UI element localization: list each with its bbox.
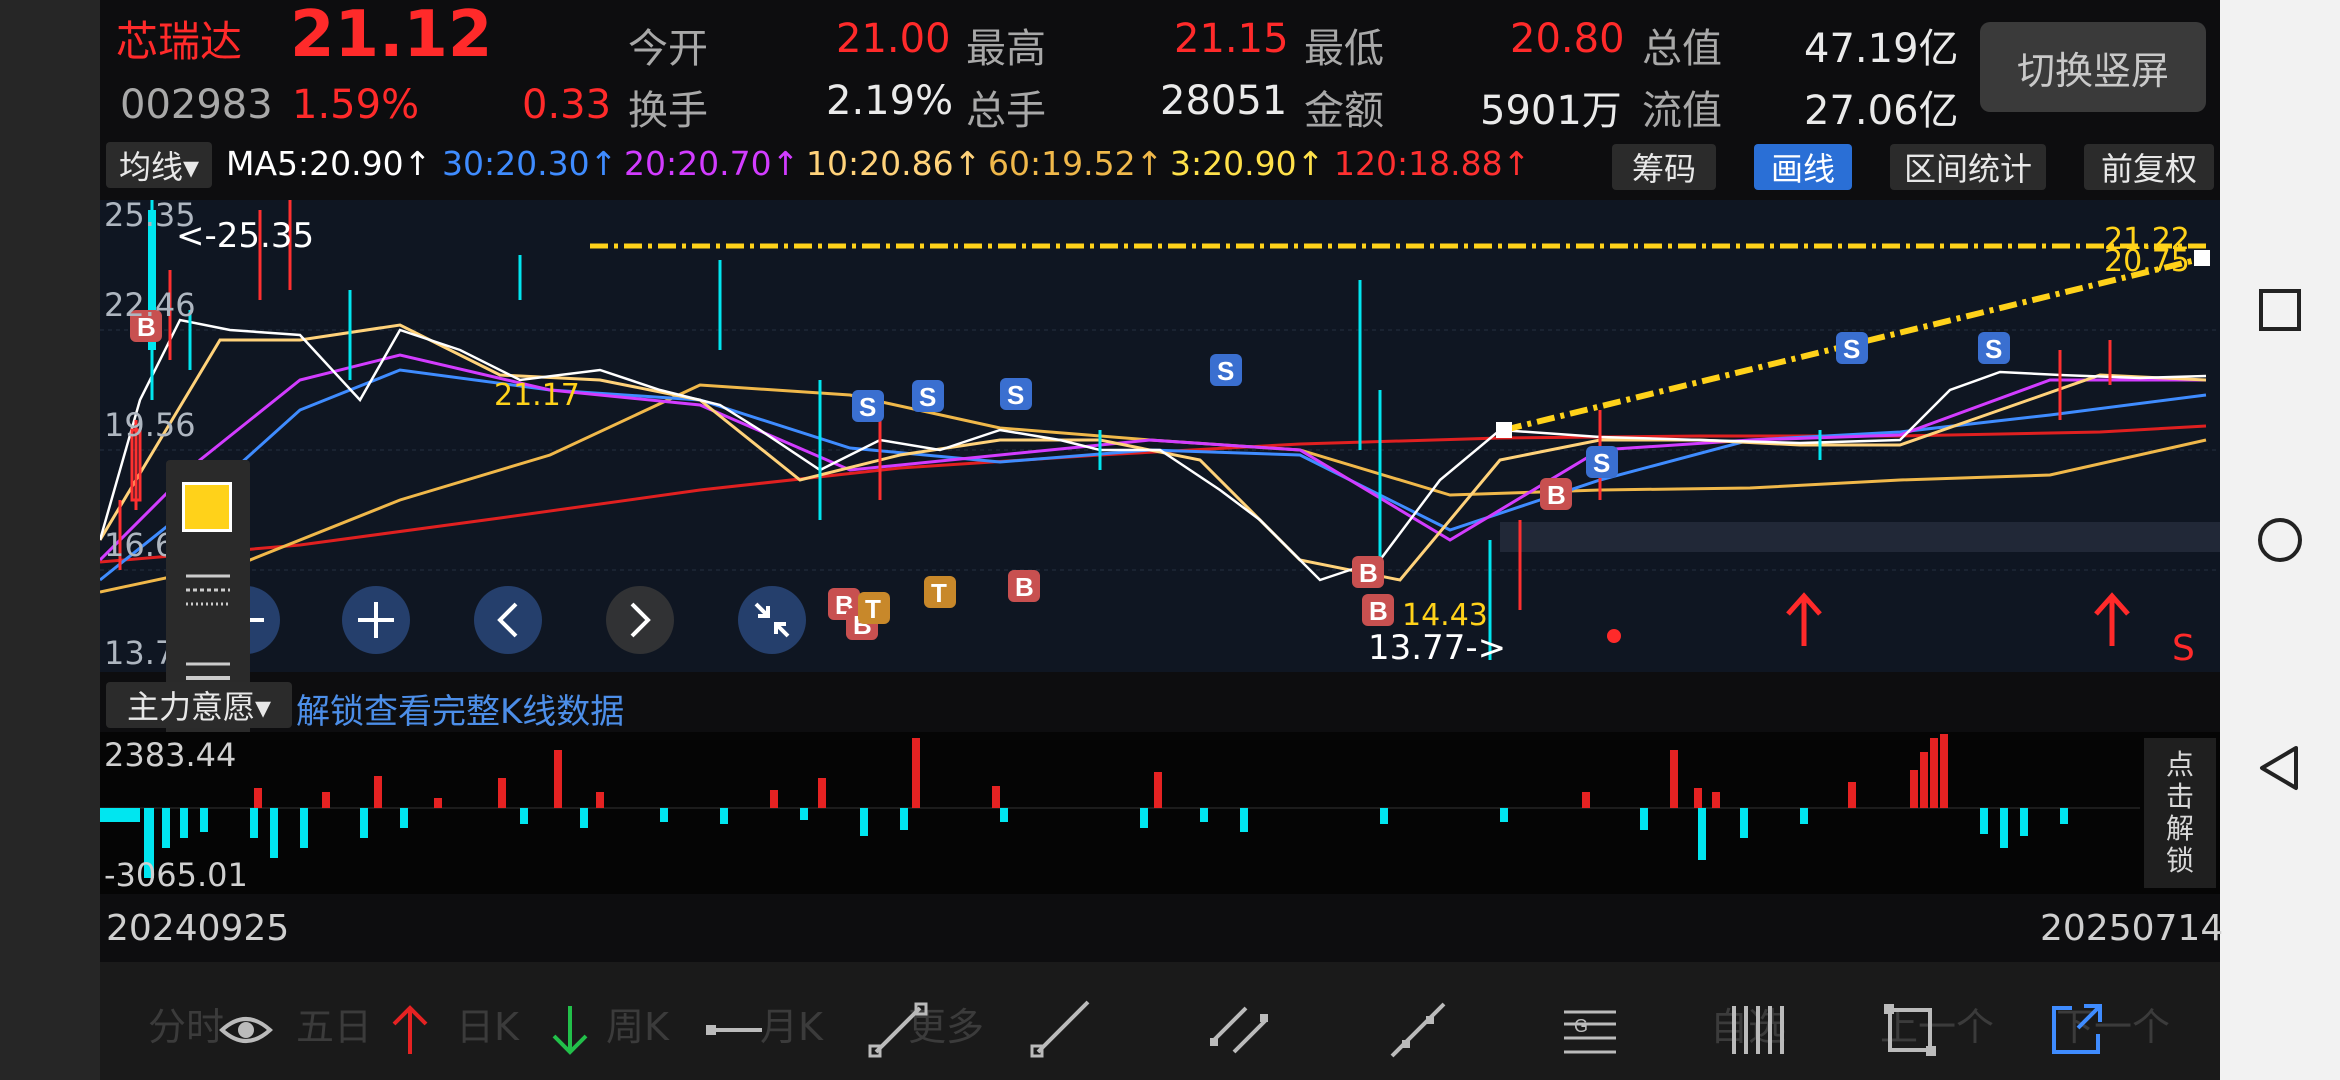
ma10-value: 10:20.86↑ (806, 144, 982, 183)
svg-text:S: S (1593, 448, 1610, 478)
svg-text:T: T (931, 578, 947, 608)
svg-text:B: B (1359, 558, 1378, 588)
stock-name: 芯瑞达 (116, 17, 243, 66)
side-unlock-char-4: 锁 (2165, 844, 2194, 877)
up-arrow-tool-icon[interactable] (380, 1000, 440, 1060)
svg-text:T: T (865, 594, 881, 624)
kline-chart[interactable]: S S S S S S S B B B B B B B T T 25.35 22… (100, 196, 2220, 672)
amount-label: 金额 (1304, 88, 1384, 134)
fibonacci-tool-icon[interactable]: G (1560, 1000, 1620, 1060)
indicator-chart: 2383.44 -3065.01 (100, 732, 2220, 894)
ghost-tab-day: 日K (456, 1005, 519, 1049)
ma20-value: 20:20.70↑ (624, 144, 800, 183)
float-value: 27.06亿 (1804, 88, 1959, 134)
high-label: 最高 (966, 26, 1046, 72)
ma-select[interactable]: 均线▾ (106, 142, 212, 188)
svg-text:S: S (1007, 380, 1024, 410)
rectangle-tool-icon[interactable] (1880, 1000, 1940, 1060)
level-20-75: 20.75 (2104, 244, 2190, 279)
back-icon[interactable] (2256, 744, 2304, 792)
svg-text:S: S (1985, 334, 2002, 364)
ghost-tab-intraday: 分时 (148, 1005, 225, 1049)
ma3-value: 3:20.90↑ (1170, 144, 1325, 183)
total-value-label: 总值 (1642, 26, 1722, 72)
open-value: 21.00 (836, 16, 951, 62)
unlock-kline-link[interactable]: 解锁查看完整K线数据 (296, 684, 624, 733)
indicator-bars (100, 734, 2140, 878)
svg-text:B: B (1015, 572, 1034, 602)
high-value: 21.15 (1174, 16, 1289, 62)
indicator-max: 2383.44 (104, 736, 237, 774)
home-icon[interactable] (2256, 516, 2304, 564)
y-label-19-56: 19.56 (104, 406, 196, 444)
float-value-label: 流值 (1642, 88, 1722, 134)
side-unlock-char-1: 点 (2165, 748, 2194, 781)
side-unlock-char-3: 解 (2165, 812, 2194, 845)
max-price-marker: <-25.35 (176, 216, 315, 256)
date-start: 20240925 (106, 908, 290, 949)
last-price: 21.12 (290, 0, 493, 72)
change-amount: 0.33 (522, 82, 612, 128)
ghost-tab-week: 周K (606, 1005, 669, 1049)
left-margin (0, 0, 100, 1080)
y-label-22-46: 22.46 (104, 286, 196, 324)
indicator-select[interactable]: 主力意愿▾ (106, 682, 292, 728)
vertical-lines-tool-icon[interactable] (1726, 1000, 1786, 1060)
down-arrow-tool-icon[interactable] (540, 1000, 600, 1060)
extended-line-tool-icon[interactable] (1388, 1000, 1448, 1060)
stock-code: 002983 (120, 82, 273, 128)
ghost-tab-5day: 五日 (296, 1005, 373, 1049)
low-label: 最低 (1304, 26, 1384, 72)
chips-button[interactable]: 筹码 (1612, 144, 1716, 190)
range-stats-button[interactable]: 区间统计 (1890, 144, 2046, 190)
date-end: 20250714 (2040, 908, 2224, 949)
side-unlock-char-2: 击 (2165, 780, 2194, 813)
trendline-handle-end (2194, 250, 2210, 266)
sell-signal-s: S (2172, 628, 2195, 669)
date-axis (100, 898, 2220, 958)
min-price-marker: 13.77-> (1368, 628, 1507, 668)
ma30-value: 30:20.30↑ (442, 144, 618, 183)
ghost-tab-month: 月K (760, 1005, 823, 1049)
svg-text:S: S (1843, 334, 1860, 364)
forward-adjust-button[interactable]: 前复权 (2084, 144, 2214, 190)
svg-text:G: G (1574, 1016, 1588, 1036)
open-label: 今开 (628, 26, 708, 72)
trendline-handle-start (1496, 422, 1512, 438)
svg-text:S: S (859, 392, 876, 422)
ma5-value: MA5:20.90↑ (226, 144, 432, 183)
indicator-min: -3065.01 (104, 856, 248, 894)
switch-portrait-button[interactable]: 切换竖屏 (1980, 22, 2206, 112)
change-percent: 1.59% (292, 82, 420, 128)
svg-text:S: S (919, 382, 936, 412)
turnover-label: 换手 (628, 88, 708, 134)
line-style-icon[interactable] (186, 570, 230, 610)
color-swatch[interactable] (182, 482, 232, 532)
eye-icon[interactable] (216, 1000, 276, 1060)
side-unlock-button[interactable]: 点 击 解 锁 (2144, 738, 2216, 888)
ray-tool-icon[interactable] (1030, 1000, 1090, 1060)
draw-line-button[interactable]: 画线 (1754, 144, 1852, 190)
segment-tool-icon[interactable] (868, 1000, 928, 1060)
ma120-value: 120:18.88↑ (1334, 144, 1531, 183)
parallel-line-tool-icon[interactable] (1210, 1000, 1270, 1060)
ma60-value: 60:19.52↑ (988, 144, 1164, 183)
label-21-17: 21.17 (494, 378, 580, 413)
svg-text:B: B (1369, 596, 1388, 626)
label-14-43: 14.43 (1402, 598, 1488, 633)
share-icon[interactable] (2046, 1000, 2106, 1060)
turnover-value: 2.19% (826, 78, 954, 124)
low-value: 20.80 (1510, 16, 1625, 62)
svg-text:B: B (1547, 480, 1566, 510)
total-value: 47.19亿 (1804, 26, 1959, 72)
amount-value: 5901万 (1480, 88, 1622, 134)
svg-text:S: S (1217, 356, 1234, 386)
volume-label: 总手 (966, 88, 1046, 134)
recent-apps-icon[interactable] (2258, 288, 2302, 332)
volume-value: 28051 (1160, 78, 1288, 124)
horizontal-line-tool-icon[interactable] (706, 1000, 766, 1060)
